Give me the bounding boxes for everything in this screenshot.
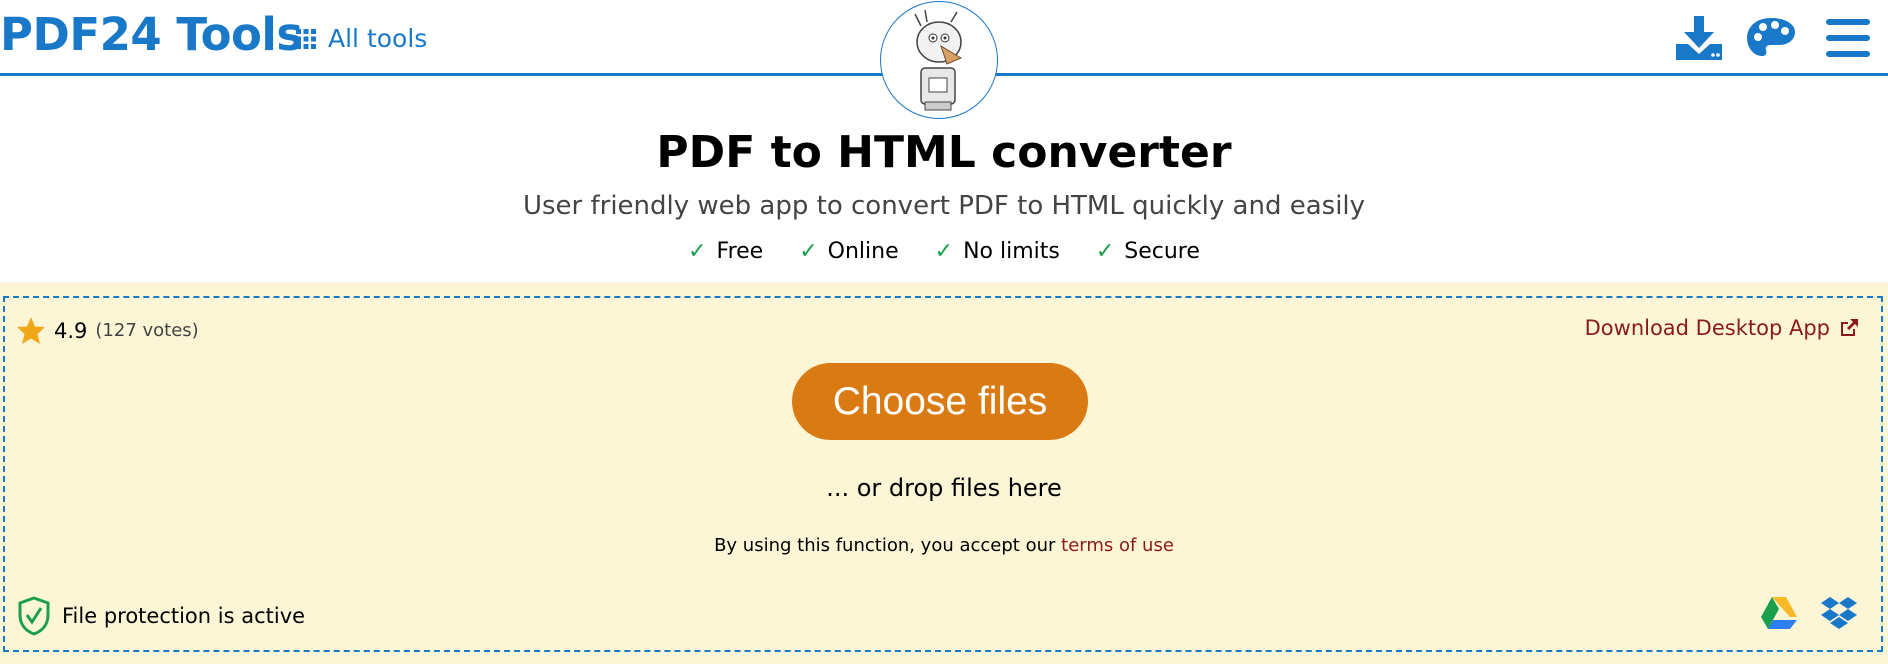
- feature-item: ✓ Secure: [1096, 239, 1200, 264]
- download-icon[interactable]: [1674, 14, 1724, 62]
- terms-prefix: By using this function, you accept our: [714, 535, 1056, 556]
- rating[interactable]: 4.9 (127 votes): [16, 316, 199, 345]
- choose-files-button[interactable]: Choose files: [792, 363, 1088, 440]
- check-icon: ✓: [688, 239, 707, 264]
- feature-label: No limits: [963, 239, 1060, 264]
- google-drive-icon[interactable]: [1760, 596, 1798, 630]
- feature-item: ✓ Free: [688, 239, 763, 264]
- page-subtitle: User friendly web app to convert PDF to …: [522, 191, 1366, 221]
- feature-label: Online: [827, 239, 899, 264]
- terms-of-use-link[interactable]: terms of use: [1061, 535, 1174, 556]
- terms-notice: By using this function, you accept our t…: [0, 535, 1888, 556]
- all-tools-link[interactable]: All tools: [296, 24, 427, 53]
- rating-value: 4.9: [54, 318, 88, 343]
- feature-item: ✓ No limits: [935, 239, 1060, 264]
- palette-icon[interactable]: [1746, 16, 1796, 58]
- mascot-logo[interactable]: [880, 1, 998, 119]
- page-title: PDF to HTML converter: [656, 127, 1232, 178]
- site-logo[interactable]: PDF24 Tools: [0, 8, 303, 61]
- shield-check-icon: [18, 596, 50, 636]
- download-desktop-app-link[interactable]: Download Desktop App: [1585, 316, 1860, 340]
- star-icon: [17, 317, 45, 344]
- download-desktop-label: Download Desktop App: [1584, 316, 1830, 340]
- mascot-illustration: [914, 9, 963, 111]
- all-tools-label: All tools: [328, 24, 428, 53]
- feature-list: ✓ Free ✓ Online ✓ No limits ✓ Secure: [0, 239, 1888, 264]
- feature-label: Secure: [1124, 239, 1200, 264]
- file-protection-label: File protection is active: [62, 604, 306, 628]
- drop-files-hint: ... or drop files here: [826, 474, 1062, 502]
- check-icon: ✓: [1095, 239, 1115, 264]
- feature-label: Free: [716, 239, 764, 264]
- grid-icon: [296, 28, 316, 49]
- check-icon: ✓: [934, 239, 954, 264]
- external-link-icon: [1841, 319, 1858, 336]
- dropbox-icon[interactable]: [1820, 596, 1858, 630]
- check-icon: ✓: [799, 239, 818, 264]
- menu-icon[interactable]: [1826, 19, 1870, 57]
- feature-item: ✓ Online: [799, 239, 898, 264]
- rating-votes: (127 votes): [95, 320, 199, 341]
- file-protection-status: File protection is active: [18, 596, 305, 636]
